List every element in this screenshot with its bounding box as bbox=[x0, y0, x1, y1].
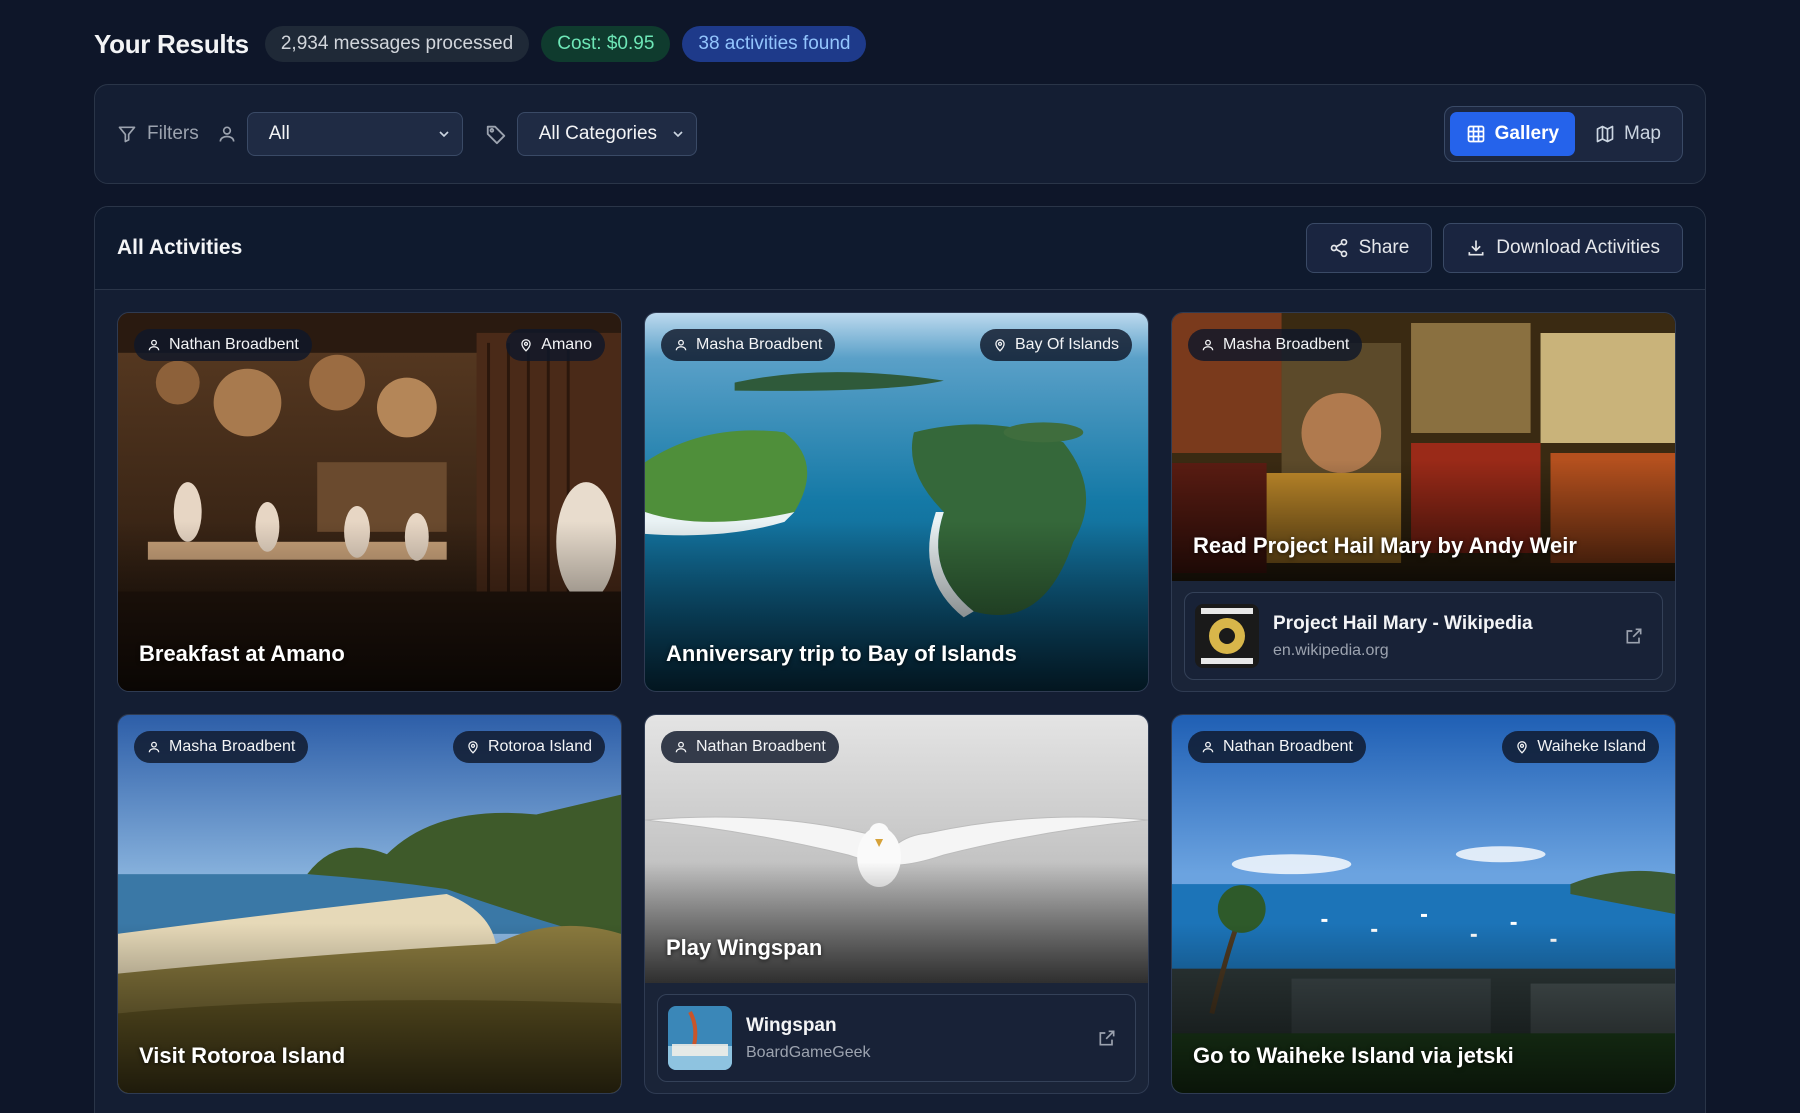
person-badge: Nathan Broadbent bbox=[134, 329, 312, 361]
map-icon bbox=[1595, 124, 1615, 144]
person-icon bbox=[1201, 338, 1215, 352]
grid-icon bbox=[1466, 124, 1486, 144]
person-icon bbox=[217, 124, 237, 144]
person-icon bbox=[1201, 740, 1215, 754]
share-button[interactable]: Share bbox=[1305, 223, 1433, 273]
map-view-button[interactable]: Map bbox=[1579, 112, 1677, 156]
share-label: Share bbox=[1358, 237, 1410, 258]
download-activities-label: Download Activities bbox=[1496, 237, 1660, 258]
person-name: Masha Broadbent bbox=[169, 738, 296, 755]
download-activities-button[interactable]: Download Activities bbox=[1443, 223, 1683, 273]
filters-label: Filters bbox=[117, 123, 199, 145]
book-cover-thumbnail bbox=[1195, 604, 1259, 668]
map-pin-icon bbox=[466, 740, 480, 754]
activity-title: Anniversary trip to Bay of Islands bbox=[666, 641, 1017, 666]
results-page: Your Results 2,934 messages processed Co… bbox=[0, 0, 1800, 1113]
map-pin-icon bbox=[519, 338, 533, 352]
location-badge: Waiheke Island bbox=[1502, 731, 1659, 763]
person-filter-select[interactable]: All bbox=[246, 112, 463, 156]
activity-image: Go to Waiheke Island via jetski bbox=[1172, 715, 1675, 1093]
person-filter-value: All bbox=[268, 123, 290, 144]
activities-panel-title: All Activities bbox=[117, 236, 243, 259]
person-badge: Masha Broadbent bbox=[1188, 329, 1363, 361]
person-icon bbox=[674, 740, 688, 754]
person-name: Masha Broadbent bbox=[696, 336, 823, 353]
filters-label-text: Filters bbox=[147, 123, 199, 144]
person-name: Nathan Broadbent bbox=[1223, 738, 1353, 755]
person-name: Masha Broadbent bbox=[1223, 336, 1350, 353]
activity-title: Play Wingspan bbox=[666, 935, 823, 960]
location-badge: Rotoroa Island bbox=[452, 731, 605, 763]
chevron-down-icon bbox=[436, 126, 452, 142]
activity-title: Read Project Hail Mary by Andy Weir bbox=[1193, 533, 1577, 558]
location-name: Bay Of Islands bbox=[1014, 336, 1119, 353]
link-domain: BoardGameGeek bbox=[746, 1043, 871, 1061]
filter-icon bbox=[117, 124, 137, 144]
person-badge: Nathan Broadbent bbox=[1188, 731, 1366, 763]
activities-grid: Breakfast at Amano Nathan Broadbent Aman… bbox=[95, 290, 1705, 1113]
map-view-label: Map bbox=[1624, 123, 1661, 144]
link-preview[interactable]: Wingspan BoardGameGeek bbox=[657, 994, 1136, 1082]
person-icon bbox=[674, 338, 688, 352]
activity-card[interactable]: Visit Rotoroa Island Masha Broadbent Rot… bbox=[117, 714, 622, 1094]
download-icon bbox=[1466, 238, 1486, 258]
activity-title: Go to Waiheke Island via jetski bbox=[1193, 1043, 1514, 1068]
image-shade bbox=[1172, 460, 1675, 581]
external-link-icon[interactable] bbox=[1097, 1028, 1117, 1048]
location-name: Rotoroa Island bbox=[487, 738, 592, 755]
link-text: Wingspan BoardGameGeek bbox=[746, 1015, 871, 1062]
chevron-down-icon bbox=[670, 126, 686, 142]
map-pin-icon bbox=[1515, 740, 1529, 754]
activity-card[interactable]: Read Project Hail Mary by Andy Weir Mash… bbox=[1171, 312, 1676, 692]
map-pin-icon bbox=[993, 338, 1007, 352]
activity-title: Visit Rotoroa Island bbox=[139, 1043, 346, 1068]
cost-badge: Cost: $0.95 bbox=[541, 26, 671, 62]
link-preview[interactable]: Project Hail Mary - Wikipedia en.wikiped… bbox=[1184, 592, 1663, 680]
person-badge: Masha Broadbent bbox=[134, 731, 309, 763]
view-toggle: Gallery Map bbox=[1443, 106, 1683, 162]
link-thumbnail bbox=[1195, 604, 1259, 668]
external-link-icon[interactable] bbox=[1624, 626, 1644, 646]
image-shade bbox=[645, 862, 1148, 983]
location-badge: Amano bbox=[506, 329, 605, 361]
activity-image: Breakfast at Amano bbox=[118, 313, 621, 691]
messages-processed-badge: 2,934 messages processed bbox=[264, 26, 530, 62]
person-icon bbox=[147, 338, 161, 352]
person-badge: Nathan Broadbent bbox=[661, 731, 839, 763]
link-title: Wingspan bbox=[746, 1014, 837, 1036]
filters-bar: Filters All All Categories Gallery Map bbox=[94, 84, 1706, 184]
activities-panel: All Activities Share Download Activities bbox=[94, 206, 1706, 1113]
activity-card[interactable]: Play Wingspan Nathan Broadbent Wingspan … bbox=[644, 714, 1149, 1094]
person-name: Nathan Broadbent bbox=[696, 738, 826, 755]
tag-icon bbox=[485, 123, 507, 145]
location-badge: Bay Of Islands bbox=[979, 329, 1132, 361]
activity-image: Anniversary trip to Bay of Islands bbox=[645, 313, 1148, 691]
activity-image: Visit Rotoroa Island bbox=[118, 715, 621, 1093]
activity-card[interactable]: Breakfast at Amano Nathan Broadbent Aman… bbox=[117, 312, 622, 692]
page-title: Your Results bbox=[94, 28, 249, 59]
link-thumbnail bbox=[668, 1006, 732, 1070]
activity-card[interactable]: Go to Waiheke Island via jetski Nathan B… bbox=[1171, 714, 1676, 1094]
results-header: Your Results 2,934 messages processed Co… bbox=[94, 0, 1706, 88]
person-badge: Masha Broadbent bbox=[661, 329, 836, 361]
gallery-view-button[interactable]: Gallery bbox=[1449, 112, 1576, 156]
activity-title: Breakfast at Amano bbox=[139, 641, 345, 666]
share-icon bbox=[1329, 238, 1349, 258]
board-game-thumbnail bbox=[668, 1006, 732, 1070]
panel-actions: Share Download Activities bbox=[1305, 223, 1683, 273]
link-text: Project Hail Mary - Wikipedia en.wikiped… bbox=[1273, 613, 1533, 660]
link-title: Project Hail Mary - Wikipedia bbox=[1273, 612, 1533, 634]
category-filter-select[interactable]: All Categories bbox=[516, 112, 697, 156]
location-name: Waiheke Island bbox=[1537, 738, 1646, 755]
person-name: Nathan Broadbent bbox=[169, 336, 299, 353]
link-domain: en.wikipedia.org bbox=[1273, 641, 1389, 659]
activities-found-badge: 38 activities found bbox=[682, 26, 867, 62]
activity-card[interactable]: Anniversary trip to Bay of Islands Masha… bbox=[644, 312, 1149, 692]
person-icon bbox=[147, 740, 161, 754]
location-name: Amano bbox=[541, 336, 592, 353]
activities-panel-header: All Activities Share Download Activities bbox=[95, 207, 1705, 290]
gallery-view-label: Gallery bbox=[1494, 123, 1560, 144]
category-filter-value: All Categories bbox=[538, 123, 658, 144]
